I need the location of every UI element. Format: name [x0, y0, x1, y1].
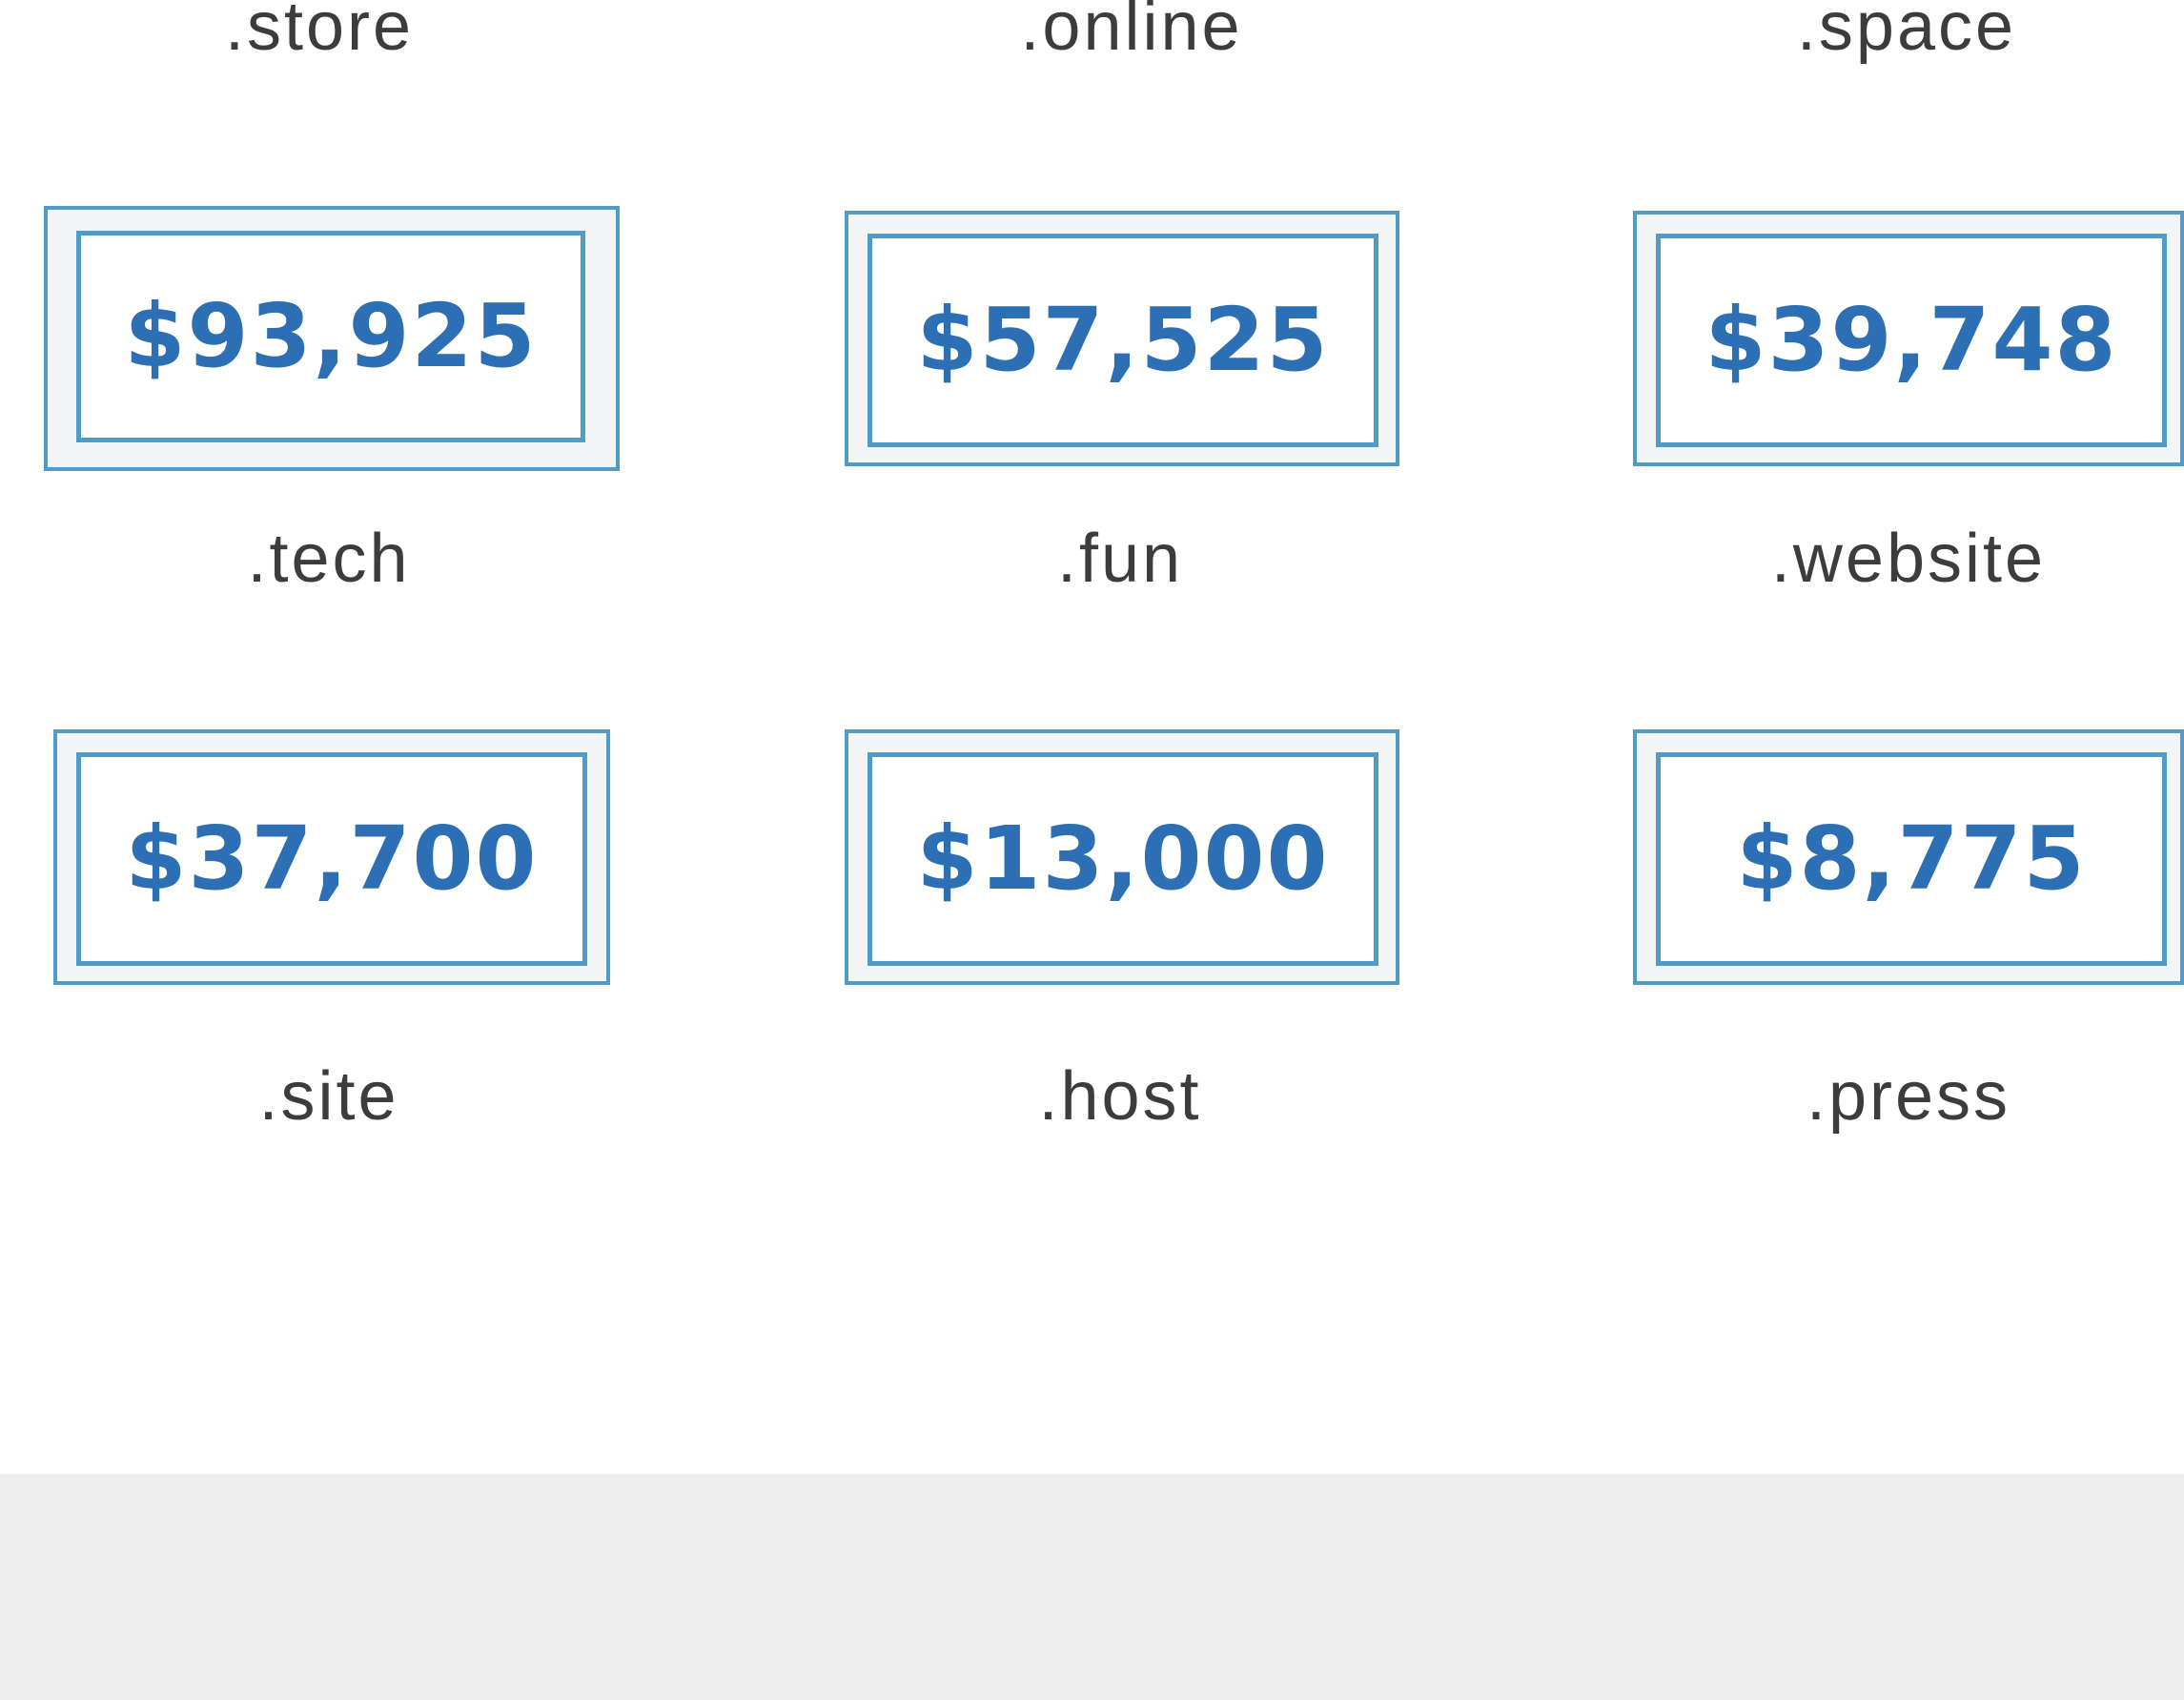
price-card-tech[interactable]: $93,925	[44, 206, 620, 471]
tld-label-host: .host	[1038, 1058, 1202, 1135]
price-frame: $8,775	[1656, 752, 2167, 966]
tld-label-store: .store	[224, 0, 415, 65]
price-value: $8,775	[1736, 808, 2087, 910]
price-value: $13,000	[916, 808, 1330, 910]
tld-label-online: .online	[1020, 0, 1243, 65]
tld-label-tech: .tech	[247, 521, 411, 597]
domain-price-grid: .store .online .space $93,925 .tech $57,…	[0, 0, 2184, 1474]
price-value: $39,748	[1704, 289, 2118, 391]
price-value: $57,525	[916, 289, 1330, 391]
tld-label-press: .press	[1806, 1058, 2011, 1135]
tld-label-space: .space	[1796, 0, 2017, 65]
tld-label-website: .website	[1770, 521, 2047, 597]
price-frame: $57,525	[867, 234, 1378, 447]
price-value: $37,700	[125, 808, 539, 910]
price-value: $93,925	[124, 285, 538, 387]
tld-label-fun: .fun	[1056, 521, 1184, 597]
price-card-host[interactable]: $13,000	[845, 729, 1399, 985]
price-frame: $13,000	[867, 752, 1378, 966]
price-card-site[interactable]: $37,700	[53, 729, 610, 985]
footer-band	[0, 1474, 2184, 1700]
price-frame: $93,925	[76, 231, 585, 442]
price-frame: $39,748	[1656, 234, 2167, 447]
tld-label-site: .site	[258, 1058, 399, 1135]
price-card-press[interactable]: $8,775	[1633, 729, 2184, 985]
price-card-fun[interactable]: $57,525	[845, 211, 1399, 466]
price-card-website[interactable]: $39,748	[1633, 211, 2184, 466]
price-frame: $37,700	[76, 752, 587, 966]
